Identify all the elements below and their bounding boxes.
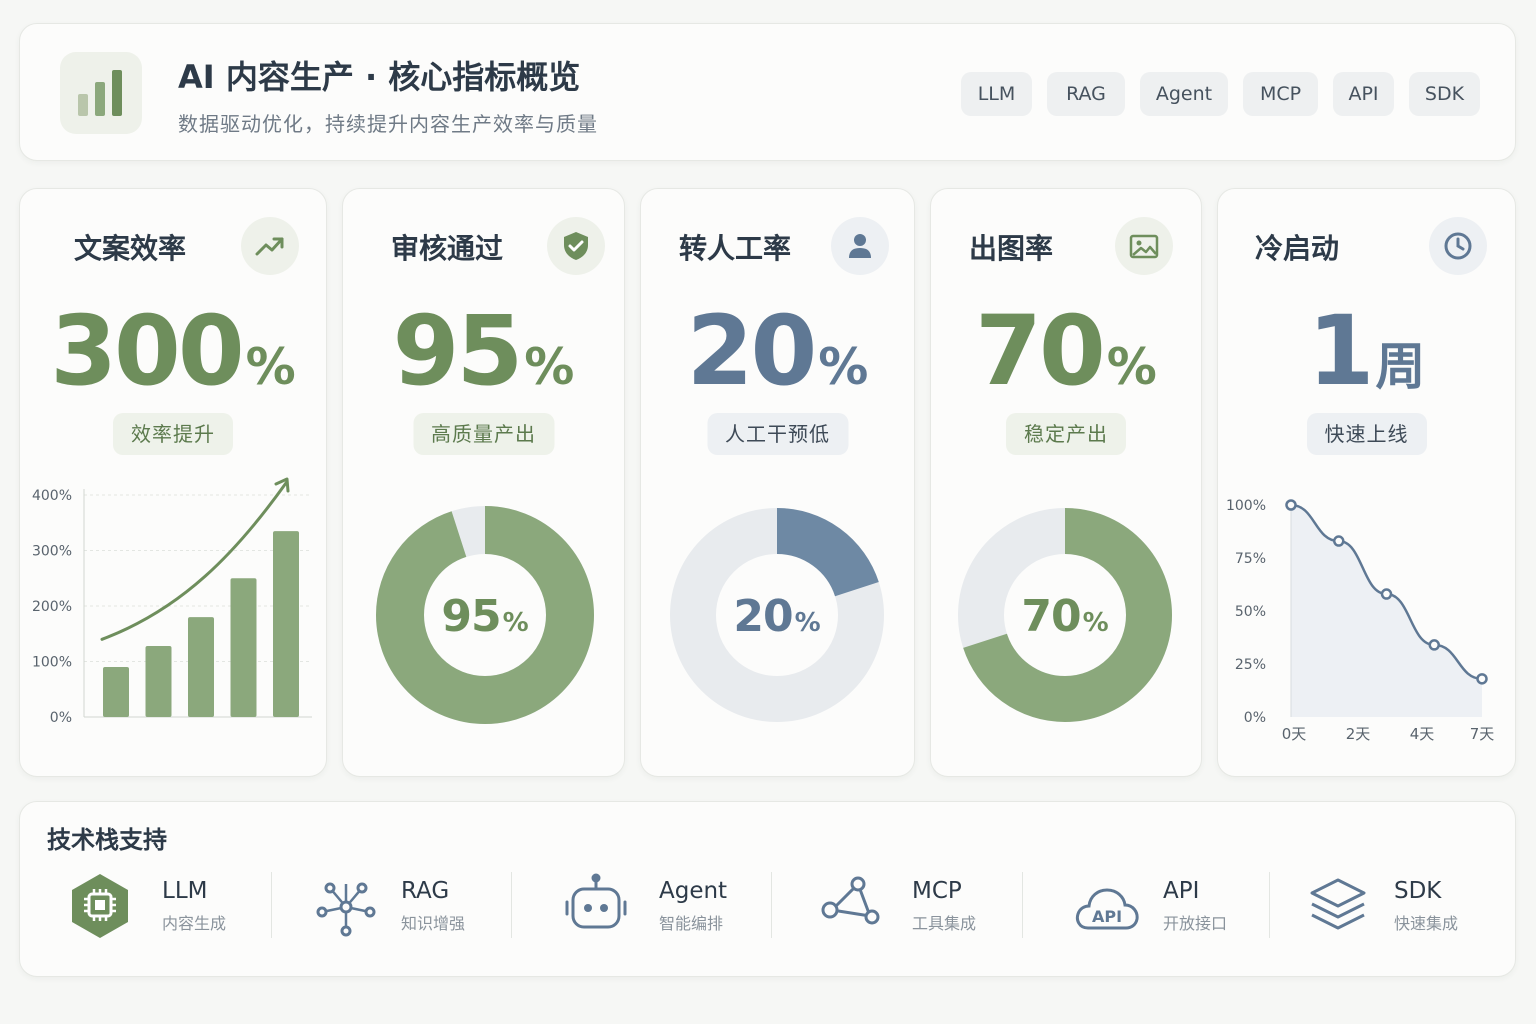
y-tick-label: 75%: [1235, 551, 1266, 567]
api-icon-label: API: [1092, 907, 1122, 926]
tech-name: RAG: [401, 878, 450, 904]
tech-item-llm[interactable]: LLM 内容生成: [70, 872, 270, 942]
y-tick-label: 0%: [50, 710, 72, 726]
header-panel: AI 内容生产 · 核心指标概览 数据驱动优化，持续提升内容生产效率与质量 LL…: [19, 23, 1516, 161]
tag-api[interactable]: API: [1333, 72, 1394, 116]
data-point: [1476, 673, 1488, 685]
y-tick-label: 400%: [32, 488, 72, 504]
tech-item-rag[interactable]: RAG 知识增强: [316, 872, 516, 942]
divider: [1022, 872, 1023, 938]
bar: [103, 667, 129, 717]
tech-stack-panel: 技术栈支持 LLM 内容生成 RAG 知识增强 Agent 智能编排 MCP 工…: [19, 801, 1516, 977]
x-tick-label: 7天: [1470, 725, 1495, 743]
tech-desc: 开放接口: [1163, 914, 1228, 933]
y-tick-label: 100%: [1226, 498, 1266, 514]
bar-chart-icon: [60, 52, 142, 134]
area-fill: [1291, 505, 1482, 717]
divider: [1269, 872, 1270, 938]
tech-desc: 快速集成: [1394, 914, 1459, 933]
tech-name: Agent: [659, 878, 728, 904]
page-title: AI 内容生产 · 核心指标概览: [178, 58, 581, 96]
chip-icon: [70, 872, 134, 942]
y-tick-label: 0%: [1244, 710, 1266, 726]
divider: [271, 872, 272, 938]
bar: [188, 617, 214, 717]
x-tick-label: 0天: [1282, 725, 1307, 743]
metric-card-cold-start: 冷启动 1周 快速上线 0% 25% 50% 75% 100% 0天 2天 4天 7天: [1217, 188, 1516, 777]
donut-center-label: 70%: [1021, 591, 1108, 642]
bar: [230, 578, 257, 717]
data-point: [1380, 588, 1393, 600]
divider: [771, 872, 772, 938]
tech-item-agent[interactable]: Agent 智能编排: [564, 872, 764, 942]
tag-rag[interactable]: RAG: [1047, 72, 1125, 116]
tech-name: MCP: [912, 878, 962, 904]
tag-llm[interactable]: LLM: [961, 72, 1032, 116]
bar: [273, 531, 299, 717]
x-tick-label: 2天: [1346, 725, 1371, 743]
tech-item-sdk[interactable]: SDK 快速集成: [1308, 872, 1508, 942]
metric-card-image-output: 出图率 70% 稳定产出 70%: [930, 188, 1202, 777]
review-pass-donut-chart: 95%: [376, 506, 594, 724]
x-tick-label: 4天: [1410, 725, 1435, 743]
tech-desc: 智能编排: [659, 914, 724, 933]
network-icon: [316, 872, 380, 942]
tech-desc: 内容生成: [162, 914, 227, 933]
y-tick-label: 300%: [32, 544, 72, 560]
y-tick-label: 50%: [1235, 604, 1266, 620]
y-tick-label: 200%: [32, 599, 72, 615]
tech-name: API: [1163, 878, 1200, 904]
donut-center-label: 20%: [733, 591, 820, 642]
layers-icon: [1308, 872, 1372, 942]
cold-start-area-chart: 0% 25% 50% 75% 100% 0天 2天 4天 7天: [1226, 498, 1495, 743]
bar: [145, 645, 172, 717]
image-output-donut-chart: 70%: [958, 508, 1172, 722]
robot-icon: [564, 872, 628, 942]
metric-card-copy-efficiency: 文案效率 300% 效率提升 0% 100% 200% 300% 400%: [19, 188, 327, 777]
tag-sdk[interactable]: SDK: [1409, 72, 1480, 116]
tech-name: LLM: [162, 878, 208, 904]
tech-desc: 知识增强: [401, 914, 466, 933]
tag-agent[interactable]: Agent: [1140, 72, 1228, 116]
trend-arrow-line: [100, 481, 288, 641]
donut-center-label: 95%: [441, 591, 528, 642]
nodes-icon: [820, 872, 884, 942]
y-tick-label: 25%: [1235, 657, 1266, 673]
data-point: [1333, 535, 1345, 547]
tech-item-api[interactable]: API API 开放接口: [1074, 872, 1274, 942]
data-point: [1285, 499, 1297, 511]
y-tick-label: 100%: [32, 655, 72, 671]
manual-transfer-donut-chart: 20%: [670, 508, 884, 722]
tech-stack-title: 技术栈支持: [47, 826, 167, 854]
tag-mcp[interactable]: MCP: [1243, 72, 1318, 116]
tech-desc: 工具集成: [912, 914, 977, 933]
efficiency-bar-chart: 0% 100% 200% 300% 400%: [32, 477, 312, 726]
cloud-api-icon: API: [1074, 872, 1139, 942]
data-point: [1428, 639, 1440, 651]
tech-item-mcp[interactable]: MCP 工具集成: [820, 872, 1020, 942]
divider: [511, 872, 512, 938]
metric-card-manual-transfer: 转人工率 20% 人工干预低 20%: [640, 188, 915, 777]
metric-card-review-pass: 审核通过 95% 高质量产出 95%: [342, 188, 625, 777]
tech-name: SDK: [1394, 878, 1442, 904]
page-subtitle: 数据驱动优化，持续提升内容生产效率与质量: [178, 112, 598, 136]
